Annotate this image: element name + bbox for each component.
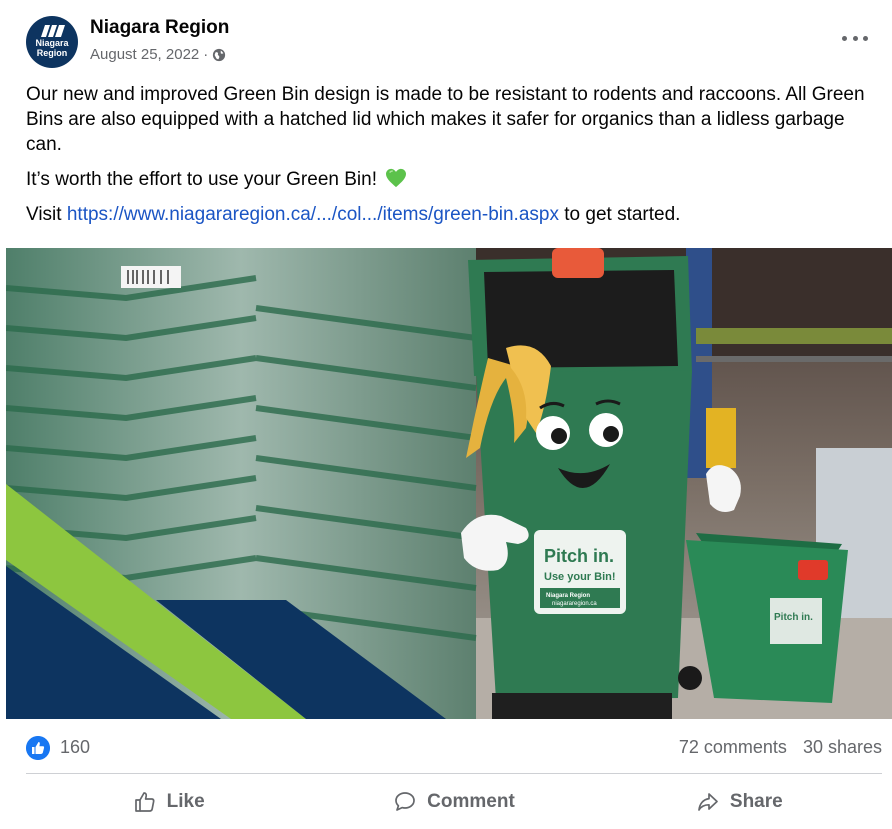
bin-sign: Pitch in. [774, 612, 813, 623]
more-options-icon[interactable] [842, 28, 868, 48]
actions-divider [26, 773, 882, 774]
more-dot [842, 35, 847, 41]
crane-rail [696, 328, 892, 344]
avatar-label-line1: Niagara [35, 38, 69, 48]
comment-bubble-icon [395, 792, 416, 811]
post-meta: August 25, 2022 · [90, 46, 226, 63]
reaction-stats: 160 72 comments 30 shares [26, 734, 882, 762]
more-dot [863, 35, 868, 41]
post-header: Niagara Region Niagara Region August 25,… [26, 14, 876, 70]
niagara-logo-icon [41, 25, 65, 37]
comment-label: Comment [427, 791, 515, 812]
globe-icon[interactable] [212, 48, 226, 62]
mascot-sign-url: niagararegion.ca [552, 601, 597, 607]
like-button[interactable]: Like [26, 780, 311, 824]
barcode-label [121, 266, 181, 288]
like-reaction-icon[interactable] [26, 736, 50, 760]
post-paragraph: Visit https://www.niagararegion.ca/.../c… [26, 202, 872, 227]
page-avatar[interactable]: Niagara Region [26, 16, 78, 68]
thumbs-up-icon [134, 792, 155, 812]
visit-suffix: to get started. [558, 204, 681, 225]
post-body: Our new and improved Green Bin design is… [26, 82, 872, 237]
crane-rail-lower [696, 356, 892, 362]
comment-button[interactable]: Comment [311, 780, 596, 824]
green-heart-icon [386, 168, 407, 188]
green-bin-link[interactable]: https://www.niagararegion.ca/.../col.../… [67, 204, 559, 225]
mascot-sign-line1: Pitch in. [544, 546, 614, 566]
like-label: Like [166, 791, 205, 812]
photo-illustration: Pitch in. Use your Bin! Niagara Region n… [6, 248, 892, 719]
more-dot [852, 35, 858, 41]
like-count[interactable]: 160 [60, 737, 90, 758]
shares-count[interactable]: 30 shares [803, 737, 882, 758]
page-name-link[interactable]: Niagara Region [90, 17, 229, 39]
yellow-post [706, 408, 736, 468]
mascot-sign-brand: Niagara Region [546, 593, 590, 599]
post-photo[interactable]: Pitch in. Use your Bin! Niagara Region n… [6, 248, 892, 719]
comments-count[interactable]: 72 comments [679, 737, 787, 758]
engagement-counts: 72 comments 30 shares [679, 737, 882, 758]
post-paragraph-text: It’s worth the effort to use your Green … [26, 169, 377, 190]
share-button[interactable]: Share [597, 780, 882, 824]
share-label: Share [729, 791, 783, 812]
post-paragraph: It’s worth the effort to use your Green … [26, 167, 872, 192]
post-paragraph: Our new and improved Green Bin design is… [26, 84, 865, 155]
mascot-sign-line2: Use your Bin! [544, 571, 616, 583]
post-actions: Like Comment Share [26, 780, 882, 824]
avatar-label-line2: Region [36, 48, 68, 58]
meta-separator: · [203, 46, 209, 63]
visit-prefix: Visit [26, 204, 67, 225]
post-date-link[interactable]: August 25, 2022 [90, 46, 199, 63]
share-arrow-icon [698, 793, 718, 811]
